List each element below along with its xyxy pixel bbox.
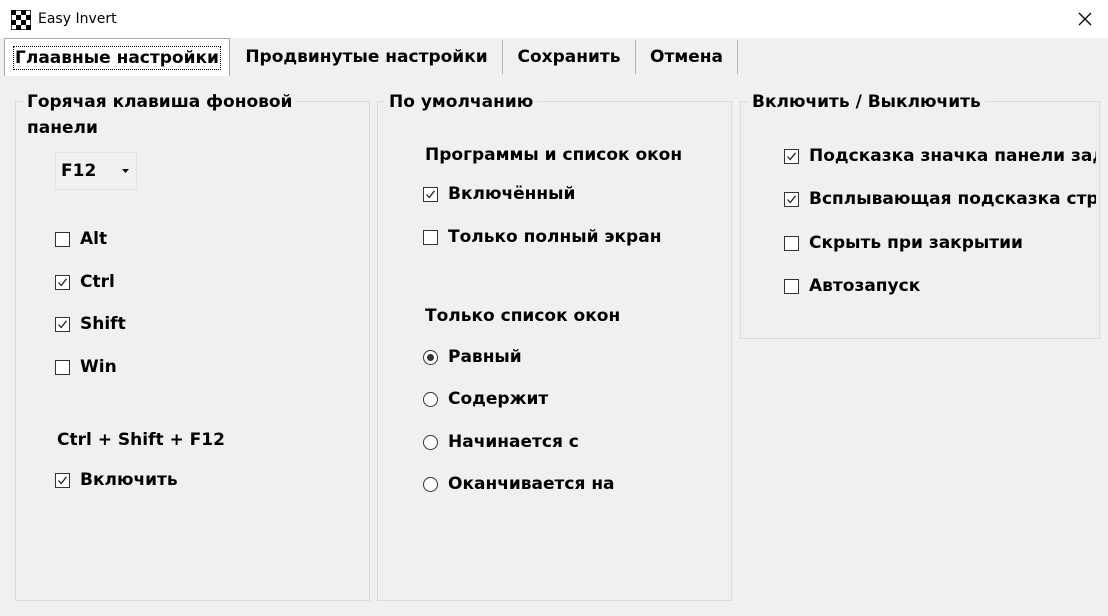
window-title: Easy Invert [38,11,117,27]
checkbox-unchecked-icon [784,235,799,251]
radio-unselected-icon [423,391,438,407]
checkbox-unchecked-icon [55,359,70,375]
modifier-ctrl-checkbox[interactable]: Ctrl [55,271,115,293]
radio-unselected-icon [423,434,438,450]
modifier-shift-checkbox[interactable]: Shift [55,313,126,335]
checkbox-unchecked-icon [784,278,799,294]
app-checker-icon [11,10,31,30]
checkbox-checked-icon [784,191,799,207]
tab-main-settings[interactable]: Глаавные настройки [4,38,230,76]
checkbox-label: Всплывающая подсказка строки [809,189,1096,209]
match-equal-radio[interactable]: Равный [423,346,522,368]
toggles-group-title: Включить / Выключить [748,89,985,115]
radio-unselected-icon [423,476,438,492]
checkbox-label: Win [80,357,117,377]
match-starts-with-radio[interactable]: Начинается с [423,431,579,453]
autostart-checkbox[interactable]: Автозапуск [784,275,920,297]
checkbox-checked-icon [55,274,70,290]
hotkey-key-value: F12 [61,161,97,181]
defaults-enabled-checkbox[interactable]: Включённый [423,183,575,205]
tab-strip: Глаавные настройки Продвинутые настройки… [0,38,1108,78]
close-button[interactable] [1062,0,1108,38]
radio-label: Содержит [448,389,549,409]
tab-label: Отмена [650,47,723,67]
tab-cancel[interactable]: Отмена [636,40,738,74]
checkbox-label: Включить [80,470,178,490]
hotkey-group-title: Горячая клавиша фоновой панели [23,89,297,141]
chevron-down-icon [116,169,136,173]
checkbox-label: Включённый [448,184,576,204]
popup-hint-checkbox[interactable]: Всплывающая подсказка строки [784,188,1096,210]
match-contains-radio[interactable]: Содержит [423,388,548,410]
radio-label: Оканчивается на [448,474,615,494]
taskbar-hint-checkbox[interactable]: Подсказка значка панели задач [784,145,1096,167]
defaults-group-title: По умолчанию [385,89,538,115]
tab-label: Сохранить [517,47,621,67]
defaults-fullscreen-checkbox[interactable]: Только полный экран [423,226,661,248]
tab-save[interactable]: Сохранить [503,40,636,74]
checkbox-checked-icon [55,472,70,488]
checkbox-label: Только полный экран [448,227,662,247]
toggles-clip-area: Подсказка значка панели задач Всплывающа… [780,140,1096,310]
modifier-alt-checkbox[interactable]: Alt [55,228,107,250]
modifier-win-checkbox[interactable]: Win [55,356,117,378]
close-icon [1078,12,1092,26]
tab-label: Продвинутые настройки [245,47,488,67]
checkbox-label: Ctrl [80,272,115,292]
checkbox-checked-icon [784,148,799,164]
checkbox-checked-icon [55,316,70,332]
checkbox-unchecked-icon [55,231,70,247]
tab-advanced-settings[interactable]: Продвинутые настройки [231,40,503,74]
checkbox-checked-icon [423,186,438,202]
match-ends-with-radio[interactable]: Оканчивается на [423,473,615,495]
radio-label: Начинается с [448,432,579,452]
programs-list-label: Программы и список окон [425,145,683,165]
hide-on-close-checkbox[interactable]: Скрыть при закрытии [784,232,1023,254]
checkbox-label: Скрыть при закрытии [809,233,1023,253]
title-bar: Easy Invert [0,0,1108,38]
tab-label: Глаавные настройки [13,45,221,70]
windows-list-label: Только список окон [425,306,621,326]
checkbox-label: Shift [80,314,126,334]
checkbox-label: Подсказка значка панели задач [809,146,1096,166]
hotkey-enable-checkbox[interactable]: Включить [55,469,178,491]
hotkey-combo-text: Ctrl + Shift + F12 [57,430,225,450]
checkbox-label: Alt [80,229,108,249]
checkbox-unchecked-icon [423,229,438,245]
radio-label: Равный [448,347,522,367]
checkbox-label: Автозапуск [809,276,921,296]
radio-selected-icon [423,349,438,365]
hotkey-key-select[interactable]: F12 [55,152,137,190]
